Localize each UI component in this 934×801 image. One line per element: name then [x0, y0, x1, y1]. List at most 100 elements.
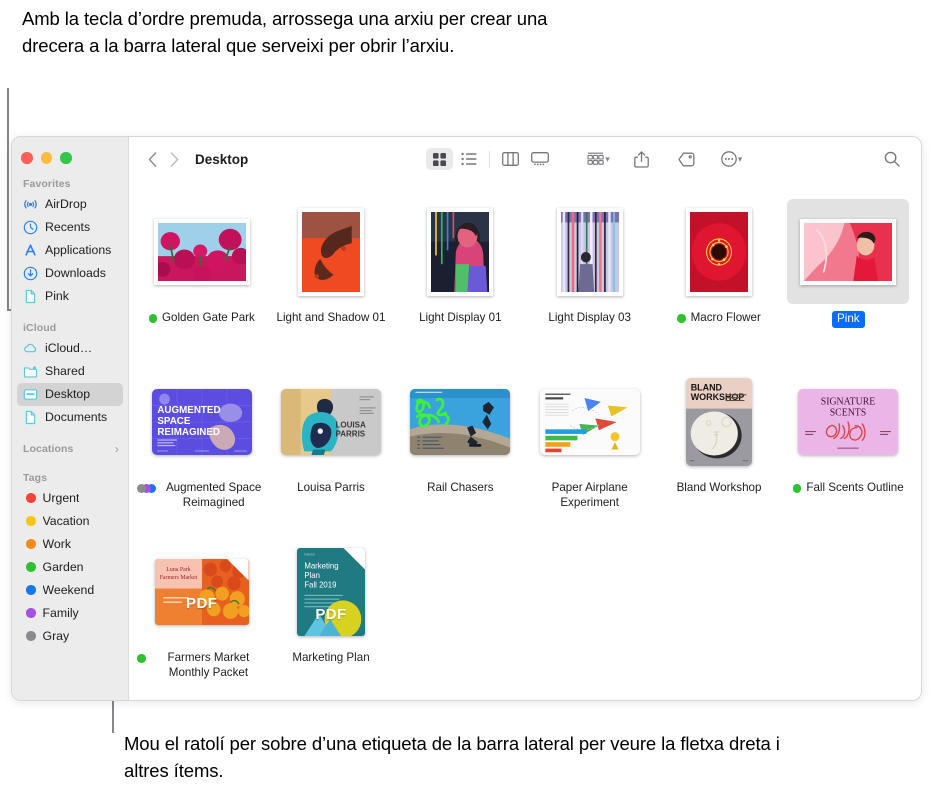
file-item[interactable]: LOUISA PARRIS Louisa Parris: [266, 361, 395, 531]
sidebar-item-urgent[interactable]: Urgent: [17, 487, 123, 510]
gallery-view-button[interactable]: [526, 148, 553, 170]
finder-window: Favorites AirDrop Recents Applications Downl…: [11, 136, 922, 701]
icon-view-button[interactable]: [426, 148, 453, 170]
file-thumbnail-container[interactable]: Kainoa Marketing Plan Fall 2019 PDF: [270, 539, 392, 644]
sidebar-item-label: iCloud…: [45, 341, 93, 355]
sidebar-section-header-tags: Tags: [12, 472, 128, 487]
sidebar-item-work[interactable]: Work: [17, 533, 123, 556]
file-label[interactable]: Rail Chasers: [427, 481, 493, 496]
sidebar-item-label: Shared: [45, 364, 85, 378]
sidebar-item-icloud[interactable]: iCloud…: [17, 337, 123, 360]
file-item[interactable]: Paper Airplane Experiment: [525, 361, 654, 531]
callout-bottom-text: Mou el ratolí per sobre d’una etiqueta d…: [124, 733, 780, 781]
sidebar-item-weekend[interactable]: Weekend: [17, 579, 123, 602]
file-thumbnail-container[interactable]: AUGMENTED SPACE REIMAGINED: [141, 369, 263, 474]
file-label[interactable]: Louisa Parris: [297, 481, 365, 496]
chevron-down-icon: ▾: [605, 153, 610, 164]
file-item[interactable]: AUGMENTED SPACE REIMAGINED Augmented Spa…: [137, 361, 266, 531]
file-label[interactable]: Light and Shadow 01: [277, 311, 386, 326]
sidebar-item-recents[interactable]: Recents: [17, 216, 123, 239]
sidebar-item-downloads[interactable]: Downloads: [17, 262, 123, 285]
sidebar-item-pink[interactable]: Pink: [17, 285, 123, 308]
sidebar-section-header-favorites: Favorites: [12, 178, 128, 193]
search-button[interactable]: [878, 148, 905, 170]
file-item[interactable]: Pink: [784, 191, 913, 361]
sidebar-item-applications[interactable]: Applications: [17, 239, 123, 262]
file-thumbnail-container[interactable]: Luna Park Farmers Market PDF: [141, 539, 263, 644]
file-item[interactable]: Golden Gate Park: [137, 191, 266, 361]
file-item[interactable]: Light and Shadow 01: [266, 191, 395, 361]
file-item[interactable]: Light Display 01: [396, 191, 525, 361]
file-label[interactable]: Marketing Plan: [292, 651, 369, 666]
file-thumbnail-container[interactable]: SIGNATURE SCENTS: [787, 369, 909, 474]
file-label[interactable]: Light Display 01: [419, 311, 502, 326]
file-thumbnail-container[interactable]: [787, 199, 910, 304]
file-name: Augmented Space Reimagined: [165, 481, 262, 509]
file-label[interactable]: Macro Flower: [677, 311, 761, 326]
toolbar-view-controls: ▾ ▾: [426, 137, 745, 181]
list-view-button[interactable]: [455, 148, 482, 170]
file-label[interactable]: Pink: [832, 311, 865, 328]
file-item[interactable]: BLAND WORKSHOP Bland Workshop: [654, 361, 783, 531]
tag-button[interactable]: [673, 148, 700, 170]
column-view-button[interactable]: [497, 148, 524, 170]
file-label[interactable]: Farmers Market Monthly Packet: [137, 651, 266, 680]
share-button[interactable]: [628, 148, 655, 170]
file-label[interactable]: Fall Scents Outline: [792, 481, 904, 496]
file-tag-dot: [792, 484, 802, 493]
chevron-right-icon[interactable]: ›: [115, 443, 119, 455]
minimize-button[interactable]: [40, 152, 52, 164]
sidebar-item-desktop[interactable]: Desktop: [17, 382, 123, 406]
chevron-down-icon: ▾: [737, 153, 743, 164]
tag-color-dot: [26, 608, 36, 618]
file-thumbnail-container[interactable]: [141, 199, 263, 304]
file-tag-dots: [137, 484, 156, 493]
file-label[interactable]: Paper Airplane Experiment: [525, 481, 654, 510]
file-item[interactable]: SIGNATURE SCENTS Fall Scents Outline: [784, 361, 913, 531]
file-name: Paper Airplane Experiment: [551, 481, 628, 509]
file-label[interactable]: Golden Gate Park: [148, 311, 255, 326]
file-thumbnail-container[interactable]: [529, 369, 651, 474]
file-label[interactable]: Light Display 03: [548, 311, 631, 326]
file-item[interactable]: Macro Flower: [654, 191, 783, 361]
file-thumbnail-container[interactable]: LOUISA PARRIS: [270, 369, 392, 474]
sidebar-item-garden[interactable]: Garden: [17, 556, 123, 579]
file-thumbnail-container[interactable]: [529, 199, 651, 304]
sidebar-item-family[interactable]: Family: [17, 602, 123, 625]
sidebar-item-gray[interactable]: Gray: [17, 625, 123, 648]
sidebar-item-documents[interactable]: Documents: [17, 406, 123, 429]
file-item[interactable]: Kainoa Marketing Plan Fall 2019 PDF Marke…: [266, 531, 395, 700]
file-item[interactable]: Light Display 03: [525, 191, 654, 361]
file-name: Pink: [832, 311, 865, 328]
file-thumbnail-container[interactable]: [658, 199, 780, 304]
file-label[interactable]: Augmented Space Reimagined: [137, 481, 266, 510]
file-name: Light and Shadow 01: [276, 311, 386, 324]
file-thumbnail-container[interactable]: BLAND WORKSHOP: [658, 369, 780, 474]
svg-text:Luna Park: Luna Park: [166, 567, 190, 573]
appstore-icon: [23, 243, 38, 258]
desktop-icon: [23, 387, 38, 402]
file-thumbnail-container[interactable]: [399, 199, 521, 304]
sidebar-item-vacation[interactable]: Vacation: [17, 510, 123, 533]
pdf-badge: PDF: [186, 594, 218, 612]
back-button[interactable]: [141, 148, 163, 170]
svg-text:Farmers Market: Farmers Market: [159, 574, 197, 580]
file-label[interactable]: Bland Workshop: [677, 481, 762, 496]
zoom-button[interactable]: [60, 152, 72, 164]
sidebar-item-shared[interactable]: Shared: [17, 360, 123, 383]
group-by-button[interactable]: ▾: [585, 148, 612, 170]
forward-button[interactable]: [163, 148, 185, 170]
sidebar-item-label: Downloads: [45, 266, 106, 280]
file-thumbnail-container[interactable]: [399, 369, 521, 474]
svg-text:SPACE: SPACE: [157, 415, 190, 426]
file-name: Macro Flower: [690, 311, 761, 324]
sidebar-item-label: Weekend: [42, 583, 95, 597]
file-item[interactable]: Luna Park Farmers Market PDF Farmers Mark…: [137, 531, 266, 700]
more-button[interactable]: ▾: [718, 148, 745, 170]
file-thumbnail: [410, 388, 511, 455]
file-thumbnail: LOUISA PARRIS: [280, 388, 381, 455]
file-item[interactable]: Rail Chasers: [396, 361, 525, 531]
sidebar-item-airdrop[interactable]: AirDrop: [17, 193, 123, 216]
file-thumbnail-container[interactable]: [270, 199, 392, 304]
close-button[interactable]: [21, 152, 33, 164]
